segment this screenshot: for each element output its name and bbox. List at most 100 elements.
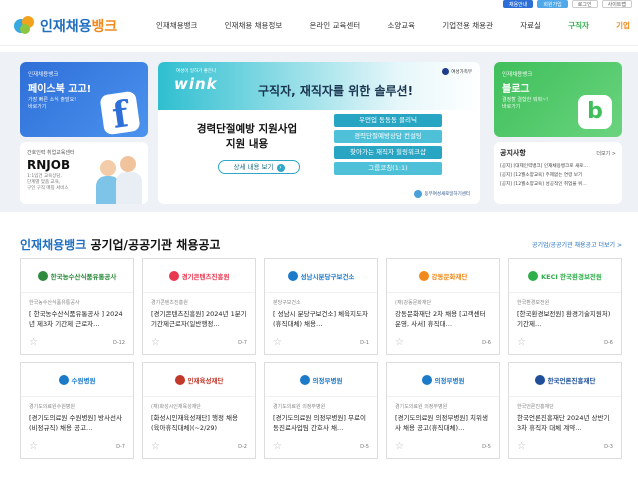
main-nav: 인재채용뱅크 인재채용 채용정보 온라인 교육센터 소양교육 기업전용 채용관 … [134,20,638,31]
star-icon[interactable]: ☆ [29,442,38,452]
dday-badge: D-7 [116,444,125,450]
nav-company-hall[interactable]: 기업전용 채용관 [442,20,493,31]
job-card[interactable]: 한국언론진흥재단 한국언론진흥재단 한국언론진흥재단 2024년 상반기 3차 휴직… [508,362,622,459]
org-logo-icon [299,374,310,385]
header: 인재채용뱅크 인재채용뱅크 인재채용 채용정보 온라인 교육센터 소양교육 기업… [0,6,638,46]
org-logo-icon [534,374,545,385]
wink-pill: 그룹코칭(1:1) [334,162,442,175]
star-icon[interactable]: ☆ [395,442,404,452]
org-logo-icon [168,270,179,281]
dday-badge: D-1 [360,340,369,346]
star-icon[interactable]: ☆ [517,442,526,452]
job-card[interactable]: KECI 한국환경보전원 한국환경보전원 [한국환경보전원] 환경기술지원처) 기간… [508,258,622,355]
notice-title: 공지사항 [500,149,526,157]
dday-badge: D-2 [238,444,247,450]
notice-item[interactable]: [공지] [대제인력뱅크] 인재채용뱅크로 새로… [500,162,616,171]
nav-online-edu[interactable]: 온라인 교육센터 [310,20,361,31]
job-org: 분당구보건소 [273,300,301,306]
org-logo: 한국농수산식품유통공사 [21,259,133,293]
nav-home[interactable]: 인재채용뱅크 [156,20,197,31]
facebook-banner[interactable]: 인재채용뱅크 페이스북 고고! 가장 빠른 소식 출발요! 바로가기 f [20,62,148,137]
nav-company[interactable]: 기업 [616,20,630,31]
job-card[interactable]: 경기콘텐츠진흥원 경기콘텐츠진흥원 [경기콘텐츠진흥원] 2024년 1분기 기간제… [142,258,256,355]
job-card[interactable]: 한국농수산식품유통공사 한국농수산식품유통공사[ 한국농수산식품유통공사 ] 20… [20,258,134,355]
org-logo: 의정부병원 [265,363,377,397]
job-card[interactable]: 강동문화재단 (재)강동문화재단 강동문화재단 2차 채용 [고객센터 운영, 사서… [386,258,500,355]
job-org: 한국언론진흥재단 [517,404,554,410]
job-title[interactable]: [경기도의료원 의정부병원] 치위생사 채용 공고(휴직대체)… [395,413,491,433]
detail-view-button[interactable]: 상세 내용 보기 › [218,160,300,174]
wink-logo: wink [174,75,218,93]
facebook-icon: f [99,90,141,137]
job-title[interactable]: [화성시인재육성재단] 행정 채용 (육아휴직대체)(~2/29) [151,413,247,433]
star-icon[interactable]: ☆ [517,338,526,348]
nurse-illustration-icon [96,154,142,204]
hero-section: 인재채용뱅크 페이스북 고고! 가장 빠른 소식 출발요! 바로가기 f 간호인… [0,52,638,212]
org-logo-icon [421,374,432,385]
star-icon[interactable]: ☆ [395,338,404,348]
dday-badge: D-12 [112,340,125,346]
org-logo-icon [58,374,69,385]
dday-badge: D-5 [360,444,369,450]
star-icon[interactable]: ☆ [151,442,160,452]
org-logo-icon [414,190,423,198]
blog-title: 블로그 [502,84,530,95]
job-title[interactable]: [한국환경보전원] 환경기술지원처) 기간제… [517,309,613,329]
org-logo: 성남시분당구보건소 [265,259,377,293]
rnjob-banner[interactable]: 간호인력 취업교육센터 RNJOB 1:1입건 교육상담, 단계별 맞춤 교육,… [20,142,148,204]
job-title[interactable]: [경기콘텐츠진흥원] 2024년 1분기 기간제근로자(일반행정… [151,309,247,329]
nav-jobs[interactable]: 인재채용 채용정보 [225,20,283,31]
blog-icon: b [578,95,612,129]
job-org: 한국농수산식품유통공사 [29,300,80,306]
wink-pill: 우먼업 동동동 클리닉 [334,114,442,127]
star-icon[interactable]: ☆ [273,338,282,348]
notice-item[interactable]: [공지] [12월소양교육] 주제없는 연령 보기 [500,171,616,180]
job-card[interactable]: 의정부병원 경기도의료원 의정부병원 [경기도의료원 의정부병원] 무료이동진료사업… [264,362,378,459]
notice-more-link[interactable]: 더보기 > [596,150,616,157]
job-title[interactable]: [ 한국농수산식품유통공사 ] 2024년 제3차 기간제 근로자… [29,309,125,329]
job-org: 경기도의료원수원병원 [29,404,76,410]
wink-org: 동부여성새로일하기센터 [414,190,470,198]
org-logo: 경기콘텐츠진흥원 [143,259,255,293]
wink-top: 여성이 일하기 좋은나 wink 구직자, 재직자를 위한 솔루션! 여성가족부 [158,62,480,110]
job-title[interactable]: [경기도의료원 수원병원] 방사선사(비정규직) 채용 공고… [29,413,125,433]
org-logo-icon [528,270,539,281]
job-card[interactable]: 수원병원경기도의료원수원병원 [경기도의료원 수원병원] 방사선사(비정규직) 채… [20,362,134,459]
wink-tag: 여성이 일하기 좋은나 [176,69,217,74]
arrow-right-icon: › [276,164,285,172]
blog-banner[interactable]: 인재채용뱅크 블로그 결정할 결합한 뭐뭐~! 바로가기 b [494,62,622,137]
job-grid: 한국농수산식품유통공사 한국농수산식품유통공사[ 한국농수산식품유통공사 ] 20… [20,258,622,459]
nav-basic-edu[interactable]: 소양교육 [387,20,415,31]
wink-pill: 찾아가는 재직자 힐링워크샵 [334,146,442,159]
org-logo-icon [37,270,48,281]
dday-badge: D-6 [604,340,613,346]
job-title[interactable]: 한국언론진흥재단 2024년 상반기 3차 휴직자 대체 계약… [517,413,613,433]
org-logo: 한국언론진흥재단 [509,363,621,397]
job-title[interactable]: [ 성남시 분당구보건소] 체육지도자(휴직대체) 채용… [273,309,369,329]
nav-resources[interactable]: 자료실 [520,20,541,31]
wink-heading: 경력단절예방 지원사업 지원 내용 [196,123,298,150]
logo-mark-icon [14,15,36,36]
job-card[interactable]: 의정부병원 경기도의료원 의정부병원 [경기도의료원 의정부병원] 치위생사 채용 … [386,362,500,459]
section-more-link[interactable]: 공기업/공공기관 채용공고 더보기 > [532,240,622,249]
job-org: 경기콘텐츠진흥원 [151,300,188,306]
notice-item[interactable]: [공지] [12월소양교육] 성공적인 취업을 위… [500,180,616,189]
star-icon[interactable]: ☆ [29,338,38,348]
job-card[interactable]: 인재육성재단 (재)화성시인재육성재단 [화성시인재육성재단] 행정 채용 (육아휴… [142,362,256,459]
ministry-seal: 여성가족부 [442,68,472,75]
seal-icon [442,68,450,75]
star-icon[interactable]: ☆ [273,442,282,452]
job-card[interactable]: 성남시분당구보건소분당구보건소 [ 성남시 분당구보건소] 체육지도자(휴직대체)… [264,258,378,355]
org-logo: 수원병원 [21,363,133,397]
nav-job-seeker[interactable]: 구직자 [568,20,589,31]
wink-banner[interactable]: 여성이 일하기 좋은나 wink 구직자, 재직자를 위한 솔루션! 여성가족부… [158,62,480,204]
job-title[interactable]: [경기도의료원 의정부병원] 무료이동진료사업팀 간호사 채… [273,413,369,433]
star-icon[interactable]: ☆ [151,338,160,348]
job-title[interactable]: 강동문화재단 2차 채용 [고객센터 운영, 사서] 휴직대… [395,309,491,329]
dday-badge: D-3 [604,444,613,450]
org-logo-icon [287,270,298,281]
site-logo[interactable]: 인재채용뱅크 [14,15,134,36]
blog-small: 인재채용뱅크 [502,72,533,78]
org-logo-icon [418,270,429,281]
job-org: 경기도의료원 의정부병원 [395,404,448,410]
